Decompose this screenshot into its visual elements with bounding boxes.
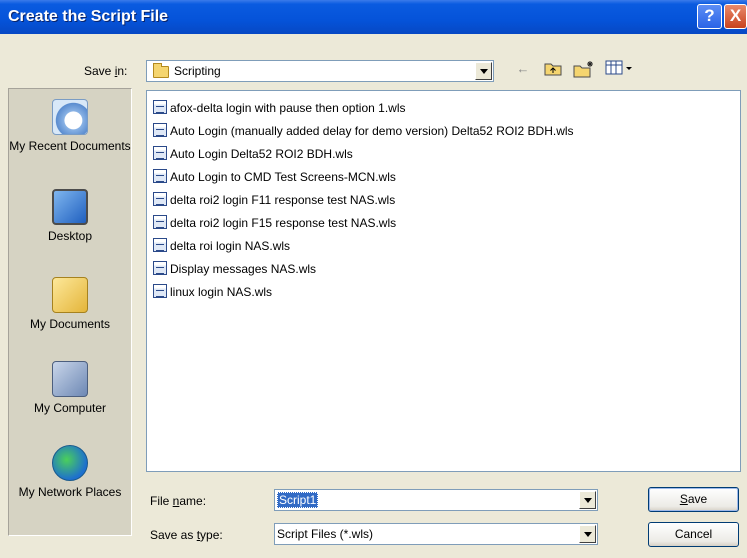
place-label: My Recent Documents xyxy=(9,139,131,153)
back-arrow-icon[interactable]: ← xyxy=(513,60,533,78)
save-as-type-label: Save as type: xyxy=(150,528,223,542)
chevron-down-icon[interactable] xyxy=(579,525,596,543)
desktop-icon xyxy=(52,189,88,225)
new-folder-icon[interactable] xyxy=(572,60,596,78)
save-button[interactable]: Save xyxy=(648,487,739,512)
save-in-dropdown[interactable]: Scripting xyxy=(146,60,494,82)
place-label: My Network Places xyxy=(18,485,122,499)
recent-documents-icon xyxy=(52,99,88,135)
my-documents-icon xyxy=(52,277,88,313)
file-list[interactable]: afox-delta login with pause then option … xyxy=(146,90,741,472)
up-folder-icon[interactable] xyxy=(542,60,564,78)
list-item[interactable]: delta roi2 login F15 response test NAS.w… xyxy=(153,214,396,232)
help-button[interactable]: ? xyxy=(697,4,722,29)
script-file-icon xyxy=(153,146,167,160)
file-name-field[interactable]: Script1 xyxy=(274,489,598,511)
place-my-documents[interactable]: My Documents xyxy=(9,277,131,331)
place-desktop[interactable]: Desktop xyxy=(9,189,131,243)
title-bar[interactable]: Create the Script File ? X xyxy=(0,0,747,34)
place-label: My Documents xyxy=(29,317,111,331)
list-item[interactable]: linux login NAS.wls xyxy=(153,283,272,301)
list-item[interactable]: delta roi login NAS.wls xyxy=(153,237,290,255)
list-item[interactable]: afox-delta login with pause then option … xyxy=(153,99,405,117)
folder-icon xyxy=(153,62,169,78)
places-bar: My Recent Documents Desktop My Documents… xyxy=(8,88,132,536)
place-label: Desktop xyxy=(47,229,93,243)
script-file-icon xyxy=(153,100,167,114)
network-places-icon xyxy=(52,445,88,481)
chevron-down-icon[interactable] xyxy=(579,491,596,509)
save-as-type-value: Script Files (*.wls) xyxy=(277,527,374,541)
place-label: My Computer xyxy=(33,401,107,415)
list-item[interactable]: Auto Login (manually added delay for dem… xyxy=(153,122,574,140)
script-file-icon xyxy=(153,169,167,183)
file-name-value: Script1 xyxy=(277,492,319,508)
views-menu-icon[interactable] xyxy=(604,60,634,78)
save-as-type-dropdown[interactable]: Script Files (*.wls) xyxy=(274,523,598,545)
script-file-icon xyxy=(153,238,167,252)
list-item[interactable]: delta roi2 login F11 response test NAS.w… xyxy=(153,191,395,209)
cancel-button[interactable]: Cancel xyxy=(648,522,739,547)
place-my-computer[interactable]: My Computer xyxy=(9,361,131,415)
place-network-places[interactable]: My Network Places xyxy=(9,445,131,499)
my-computer-icon xyxy=(52,361,88,397)
script-file-icon xyxy=(153,261,167,275)
place-recent-documents[interactable]: My Recent Documents xyxy=(9,99,131,153)
list-item[interactable]: Auto Login to CMD Test Screens-MCN.wls xyxy=(153,168,396,186)
list-item[interactable]: Display messages NAS.wls xyxy=(153,260,316,278)
list-item[interactable]: Auto Login Delta52 ROI2 BDH.wls xyxy=(153,145,353,163)
script-file-icon xyxy=(153,192,167,206)
save-in-value: Scripting xyxy=(174,64,221,78)
window-title: Create the Script File xyxy=(8,8,169,25)
close-button[interactable]: X xyxy=(724,4,747,29)
save-dialog: Create the Script File ? X Save in: Scri… xyxy=(0,0,747,558)
chevron-down-icon[interactable] xyxy=(475,62,492,80)
file-name-label: File name: xyxy=(150,494,207,508)
script-file-icon xyxy=(153,284,167,298)
script-file-icon xyxy=(153,123,167,137)
save-in-label: Save in: xyxy=(84,64,128,78)
script-file-icon xyxy=(153,215,167,229)
